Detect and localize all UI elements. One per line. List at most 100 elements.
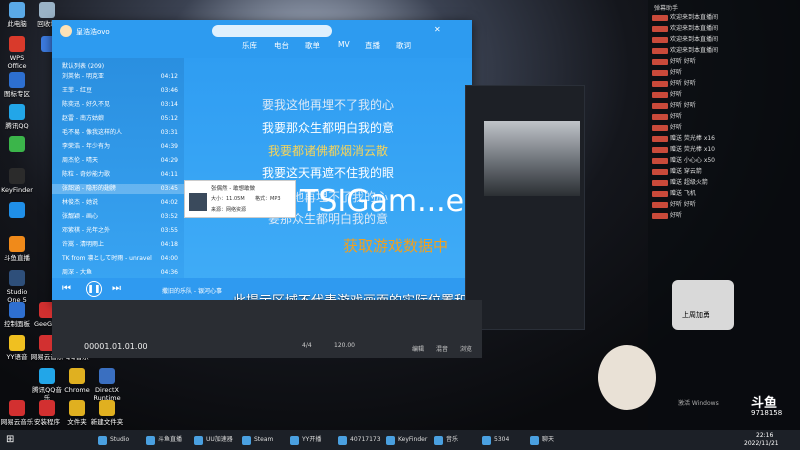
taskbar-item[interactable]: 斗鱼直播 [144, 433, 190, 447]
activate-windows: 激活 Windows [678, 400, 719, 407]
level-badge [652, 168, 668, 175]
tab-live[interactable]: 直播 [365, 40, 380, 51]
avatar[interactable] [60, 25, 72, 37]
desktop-icon[interactable]: Chrome [60, 368, 94, 394]
song-row[interactable]: 周深 - 大鱼 04:36 [52, 268, 184, 278]
song-row[interactable]: 刘英佑 - 明克亚 04:12 [52, 72, 184, 82]
desktop-icon[interactable]: 安装程序 [30, 400, 64, 426]
app-icon [9, 168, 25, 184]
desktop-icon[interactable] [0, 136, 34, 154]
next-icon[interactable]: ⏭ [112, 283, 121, 294]
level-badge [652, 135, 668, 142]
taskbar-item[interactable]: YY开播 [288, 433, 334, 447]
taskbar-item[interactable]: 音乐 [432, 433, 478, 447]
start-icon[interactable]: ⊞ [6, 434, 14, 445]
app-icon [9, 202, 25, 218]
username[interactable]: 皇浩浩ovo [76, 27, 110, 37]
song-row[interactable]: 张靓颖 - 画心 03:52 [52, 212, 184, 222]
app-icon [99, 400, 115, 416]
app-icon [9, 400, 25, 416]
taskbar-item[interactable]: 5304 [480, 433, 526, 447]
level-badge [652, 36, 668, 43]
app-icon [69, 368, 85, 384]
desktop-icon[interactable]: DirectX Runtime [90, 368, 124, 402]
desktop-icon[interactable]: 此电脑 [0, 2, 34, 28]
taskbar-item[interactable]: 40717173 [336, 433, 382, 447]
taskbar-item[interactable]: UU加速器 [192, 433, 238, 447]
tab-playlist[interactable]: 歌单 [305, 40, 320, 51]
room-id: 9718158 [751, 409, 783, 417]
song-row[interactable]: 赵雷 - 南方姑娘 05:12 [52, 114, 184, 124]
app-icon [39, 2, 55, 18]
app-icon [9, 270, 25, 286]
taskbar-item[interactable]: Studio One [96, 433, 142, 447]
desktop-icon[interactable]: 文件夹 [60, 400, 94, 426]
level-badge [652, 201, 668, 208]
song-row[interactable]: 林俊杰 - 她说 04:02 [52, 198, 184, 208]
daw-tab-mix[interactable]: 混音 [436, 344, 448, 353]
desktop-icon[interactable]: 图标专区 [0, 72, 34, 98]
app-icon [69, 400, 85, 416]
song-row[interactable]: 陈粒 - 奇妙能力歌 04:11 [52, 170, 184, 180]
desktop-icon[interactable]: 网易云音乐 [0, 400, 34, 426]
level-badge [652, 190, 668, 197]
desktop-icon[interactable]: 控制面板 [0, 302, 34, 328]
song-info-popup: 张偶然 - 敢想敢做 大小：11.05M 格式：MP3 来源：网络资源 [184, 180, 296, 218]
video-window[interactable] [465, 85, 585, 330]
taskbar: ⊞ Studio One斗鱼直播UU加速器SteamYY开播40717173Ke… [0, 430, 800, 450]
level-badge [652, 157, 668, 164]
taskbar-item[interactable]: Steam [240, 433, 286, 447]
desktop-icon[interactable]: 新建文件夹 [90, 400, 124, 426]
app-icon [9, 236, 25, 252]
chat-message: 好听 好听 [652, 58, 696, 66]
danmaku-panel: 弹幕助手 欢迎来到本直播间 欢迎来到本直播间 欢迎来到本直播间 欢迎来到本直播间 好听 … [598, 0, 800, 430]
tab-radio[interactable]: 电台 [274, 40, 289, 51]
song-row[interactable]: 李荣浩 - 年少有为 04:39 [52, 142, 184, 152]
desktop-icon[interactable]: KeyFinder [0, 168, 34, 194]
song-row[interactable]: 王菲 - 红豆 03:46 [52, 86, 184, 96]
lyric-line: 要我这他再埋不了我的心 [261, 98, 394, 112]
app-icon [99, 368, 115, 384]
app-icon [9, 72, 25, 88]
close-icon[interactable]: ✕ [434, 25, 441, 34]
level-badge [652, 25, 668, 32]
tab-lyrics[interactable]: 歌词 [396, 40, 411, 51]
tab-library[interactable]: 乐库 [242, 40, 257, 51]
song-row[interactable]: 张韶涵 - 隐形的翅膀 03:45 [52, 184, 184, 194]
search-input[interactable] [212, 25, 332, 37]
daw-tab-browse[interactable]: 浏览 [460, 344, 472, 353]
daw-signature: 4/4 [302, 342, 312, 349]
desktop-icon[interactable]: 斗鱼直播 [0, 236, 34, 262]
avatar-illustration [598, 345, 656, 410]
video-preview [484, 121, 580, 196]
song-row[interactable]: 陈奕迅 - 好久不见 03:14 [52, 100, 184, 110]
daw-window[interactable]: 00001.01.01.00 4/4 120.00 编辑 混音 浏览 [52, 300, 482, 358]
desktop-icon[interactable]: WPS Office [0, 36, 34, 70]
song-row[interactable]: 周杰伦 - 晴天 04:29 [52, 156, 184, 166]
desktop-icon[interactable]: 腾讯QQ [0, 104, 34, 130]
taskbar-item[interactable]: KeyFinder [384, 433, 430, 447]
music-player-window[interactable]: 皇浩浩ovo ✕ 乐库 电台 歌单 MV 直播 歌词 默认列表 (209) 刘英… [52, 20, 472, 303]
daw-tab-edit[interactable]: 编辑 [412, 344, 424, 353]
song-row[interactable]: TK from 凛として时雨 - unravel 04:00 [52, 254, 184, 264]
song-row[interactable]: 毛不易 - 像我这样的人 03:31 [52, 128, 184, 138]
desktop-icon[interactable]: YY语音 [0, 335, 34, 361]
prev-icon[interactable]: ⏮ [62, 283, 71, 294]
chat-message: 好听 好听 [652, 80, 696, 88]
pause-icon[interactable]: ❚❚ [86, 281, 102, 297]
desktop-icon[interactable] [0, 202, 34, 220]
chat-message: 赠送 小心心 x50 [652, 157, 715, 165]
desktop-icon[interactable]: 腾讯QQ音乐 [30, 368, 64, 402]
song-row[interactable]: 许嵩 - 清明雨上 04:18 [52, 240, 184, 250]
playlist-title[interactable]: 默认列表 (209) [62, 61, 104, 70]
taskbar-item[interactable]: 聊天 [528, 433, 574, 447]
chat-message: 好听 [652, 91, 682, 99]
player-header: 皇浩浩ovo ✕ 乐库 电台 歌单 MV 直播 歌词 [52, 20, 472, 58]
clock[interactable]: 22:16 [756, 432, 773, 439]
song-row[interactable]: 邓紫棋 - 光年之外 03:55 [52, 226, 184, 236]
tab-mv[interactable]: MV [338, 40, 350, 49]
desktop-icon[interactable]: Studio One 5 [0, 270, 34, 304]
date[interactable]: 2022/11/21 [744, 440, 779, 447]
daw-tempo: 120.00 [334, 342, 355, 349]
app-icon [9, 2, 25, 18]
